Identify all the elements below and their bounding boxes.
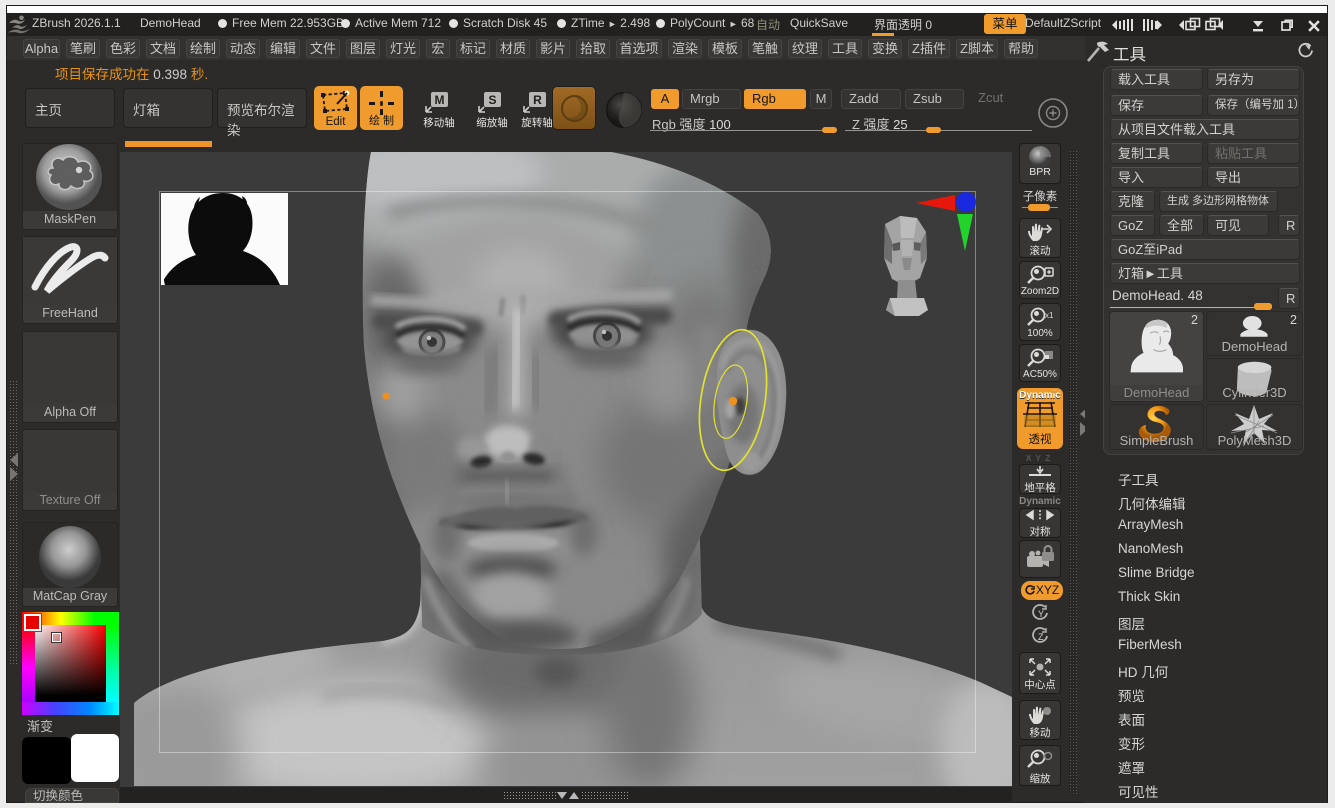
svg-text:Y: Y <box>1038 609 1044 619</box>
svg-text:x1: x1 <box>1045 311 1054 320</box>
svg-text:Z: Z <box>1038 632 1044 642</box>
svg-text:R: R <box>533 93 542 107</box>
svg-text:S: S <box>488 93 496 107</box>
svg-text:M: M <box>435 93 445 107</box>
